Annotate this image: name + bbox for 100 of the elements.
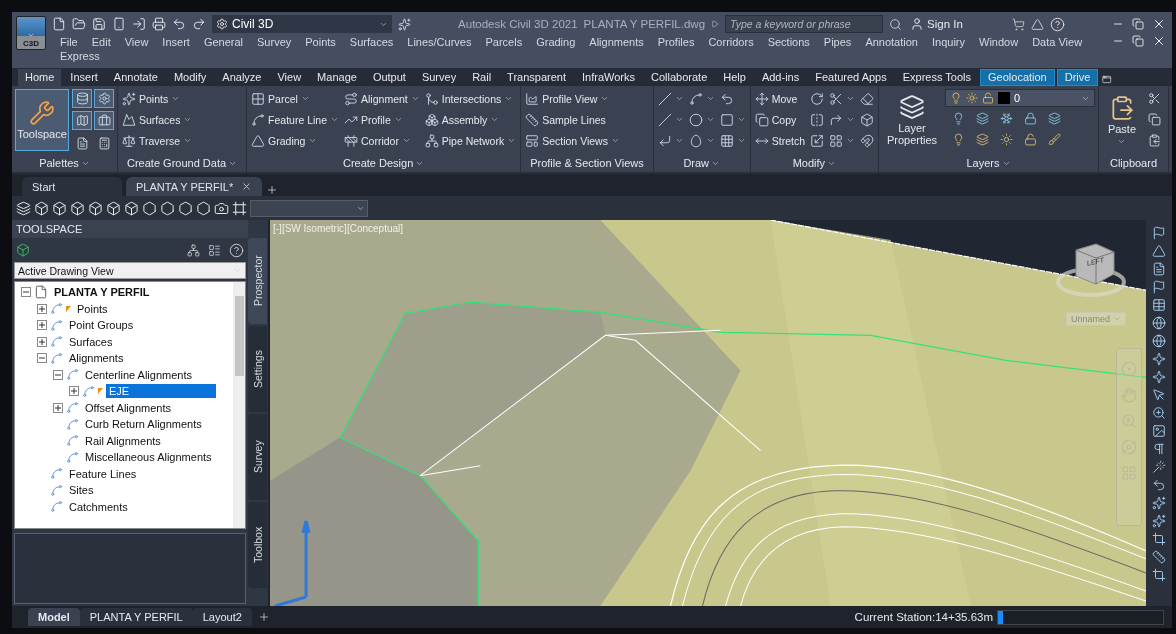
collapse-toggle-icon[interactable]	[53, 369, 63, 380]
menu-item[interactable]: Survey	[257, 36, 292, 48]
layer-properties-button[interactable]: Layer Properties	[882, 89, 942, 151]
tree-item[interactable]: Rail Alignments	[82, 433, 164, 448]
tree-item[interactable]: Alignments	[66, 351, 127, 366]
tree-item[interactable]: Feature Lines	[66, 466, 140, 481]
menu-item[interactable]: Window	[979, 36, 1019, 48]
close-icon[interactable]	[1152, 34, 1166, 48]
ribbon-tool-button[interactable]: Alignment	[343, 89, 421, 108]
flag-icon[interactable]	[1152, 280, 1166, 294]
hexagon-icon[interactable]	[160, 200, 175, 216]
sparkle-icon[interactable]	[398, 17, 411, 31]
sparkle-icon[interactable]	[1152, 370, 1166, 384]
print-icon[interactable]	[152, 17, 166, 31]
toolspace-button[interactable]: Toolspace	[15, 89, 69, 151]
camera-icon[interactable]	[214, 200, 229, 216]
expand-toggle-icon[interactable]	[53, 402, 63, 413]
ribbon-tab[interactable]: Analyze	[215, 69, 269, 86]
triangle-icon[interactable]	[1030, 17, 1044, 31]
table-icon[interactable]	[1152, 298, 1166, 312]
view-dropdown[interactable]: Active Drawing View	[14, 262, 246, 279]
curve-arrow-icon[interactable]	[1152, 478, 1166, 492]
menu-item[interactable]: View	[124, 36, 149, 48]
side-tab[interactable]: Settings	[248, 326, 267, 412]
ribbon-tool-button[interactable]: Traverse	[121, 131, 194, 150]
tree-item[interactable]: Point Groups	[66, 318, 137, 333]
tree-item[interactable]: EJE	[106, 384, 216, 399]
frame-icon[interactable]	[232, 200, 247, 216]
menu-item[interactable]: Annotation	[865, 36, 918, 48]
ribbon-tool-button[interactable]: Assembly	[423, 110, 518, 129]
triangle-icon[interactable]	[1152, 244, 1166, 258]
menu-item[interactable]: Parcels	[485, 36, 523, 48]
ribbon-tab[interactable]: Insert	[63, 69, 105, 86]
tree-item[interactable]: Centerline Alignments	[82, 367, 195, 382]
help-icon[interactable]	[1049, 16, 1065, 32]
menu-item[interactable]: Profiles	[657, 36, 695, 48]
ribbon-tab[interactable]: Survey	[414, 69, 464, 86]
ribbon-tool-button[interactable]: Move	[753, 89, 806, 108]
menu-item[interactable]: Surfaces	[349, 36, 394, 48]
ribbon-tool-button[interactable]: Corridor	[343, 131, 421, 150]
ribbon-tab[interactable]: Help	[716, 69, 753, 86]
tree-item[interactable]: Offset Alignments	[82, 400, 174, 415]
hexagon-icon[interactable]	[196, 200, 211, 216]
undo-icon[interactable]	[172, 17, 186, 31]
sparkle-icon[interactable]	[1152, 514, 1166, 528]
ribbon-tool-button[interactable]: Parcel	[250, 89, 341, 108]
ribbon-tab[interactable]: Modify	[166, 69, 214, 86]
search-icon[interactable]	[889, 17, 903, 31]
layers-icon[interactable]	[16, 200, 31, 216]
menu-item[interactable]: Sections	[767, 36, 810, 48]
ribbon-tab[interactable]: InfraWorks	[575, 69, 642, 86]
panel-title[interactable]: Profile & Section Views	[524, 154, 650, 172]
tree-item[interactable]: Curb Return Alignments	[82, 417, 205, 432]
ribbon-tab[interactable]: View	[270, 69, 309, 86]
side-tab[interactable]: Toolbox	[248, 502, 267, 588]
new-file-icon[interactable]	[52, 17, 66, 31]
ribbon-tab[interactable]: Add-ins	[754, 69, 807, 86]
menu-item[interactable]: Express	[60, 50, 100, 62]
ribbon-tab[interactable]: Transparent	[500, 69, 573, 86]
ribbon-tool-button[interactable]: Intersections	[423, 89, 518, 108]
hexagon-icon[interactable]	[178, 200, 193, 216]
ribbon-tool-button[interactable]: Feature Line	[250, 110, 341, 129]
palette-button[interactable]	[72, 89, 92, 108]
ribbon-tool-button[interactable]: Stretch	[753, 131, 806, 150]
cart-icon[interactable]	[1011, 17, 1025, 31]
redo-icon[interactable]	[192, 17, 206, 31]
side-tab[interactable]: Prospector	[248, 238, 267, 324]
ribbon-tool-button[interactable]: Grading	[250, 131, 341, 150]
cube-icon[interactable]	[34, 200, 49, 216]
network-icon[interactable]	[187, 243, 200, 257]
wand-icon[interactable]	[1152, 460, 1166, 474]
palette-button[interactable]	[72, 111, 92, 131]
globe-icon[interactable]	[1152, 316, 1166, 330]
document-tab[interactable]: Start	[22, 177, 122, 196]
tree-item[interactable]: Miscellaneous Alignments	[82, 450, 215, 465]
tree-item[interactable]: PLANTA Y PERFIL	[51, 285, 153, 300]
collapse-toggle-icon[interactable]	[21, 287, 31, 298]
ribbon-tab[interactable]: Featured Apps	[808, 69, 894, 86]
panel-title[interactable]: Clipboard	[1102, 154, 1165, 172]
menu-item[interactable]: Edit	[91, 36, 111, 48]
folder-icon[interactable]	[72, 17, 86, 31]
flag-icon[interactable]	[1152, 226, 1166, 240]
menu-item[interactable]: Grading	[536, 36, 576, 48]
ribbon-tool-button[interactable]: Surfaces	[121, 110, 194, 129]
ribbon-tool-button[interactable]: Profile	[343, 110, 421, 129]
sparkle-icon[interactable]	[1152, 496, 1166, 510]
cube-icon[interactable]	[70, 200, 85, 216]
menu-item[interactable]: File	[60, 36, 78, 48]
expand-toggle-icon[interactable]	[37, 303, 47, 314]
expand-toggle-icon[interactable]	[37, 336, 47, 347]
layout-tab[interactable]: Model	[28, 608, 80, 626]
sparkle-icon[interactable]	[1152, 352, 1166, 366]
ribbon-tool-button[interactable]: Section Views	[524, 131, 621, 150]
ribbon-tab[interactable]: Drive	[1056, 69, 1099, 86]
image-icon[interactable]	[1152, 424, 1166, 438]
ribbon-tool-button[interactable]: Sample Lines	[524, 110, 621, 129]
ribbon-tab[interactable]: Annotate	[106, 69, 165, 86]
palette-button[interactable]	[94, 89, 114, 108]
ribbon-tab[interactable]: Express Tools	[895, 69, 979, 86]
ribbon-tab[interactable]: Collaborate	[644, 69, 715, 86]
